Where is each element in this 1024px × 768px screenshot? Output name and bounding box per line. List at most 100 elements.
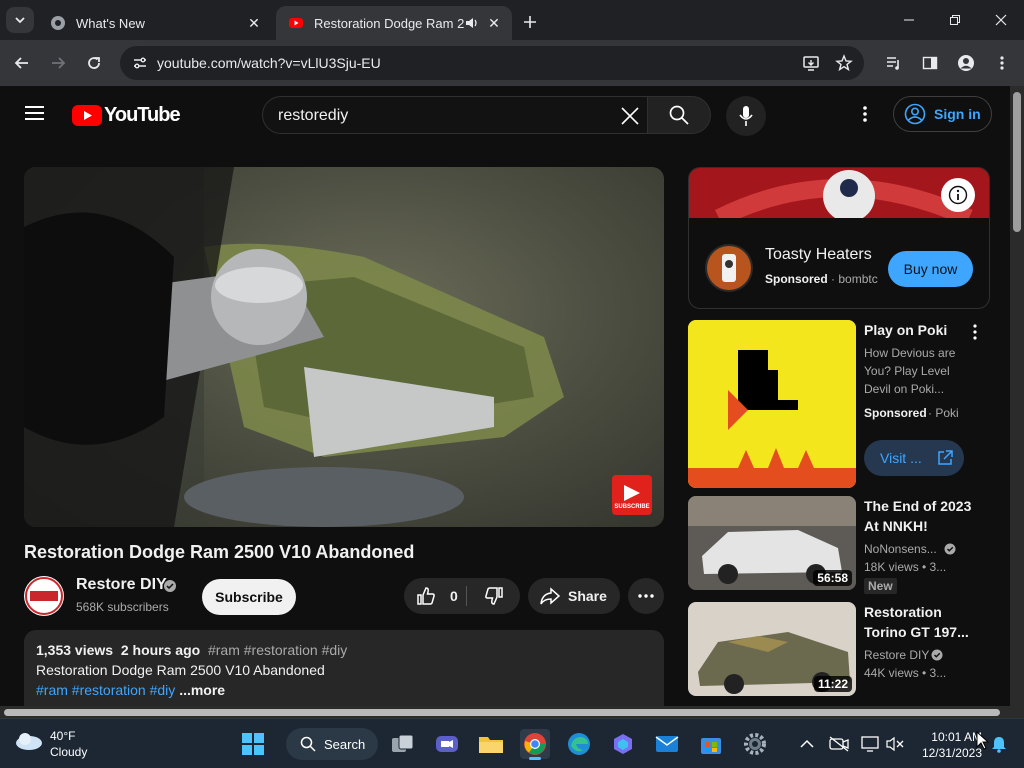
tab-close-button[interactable]: ✕ bbox=[484, 13, 504, 33]
install-app-icon[interactable] bbox=[802, 54, 820, 72]
description-box[interactable]: 1,353 views 2 hours ago #ram #restoratio… bbox=[24, 630, 664, 706]
scrollbar-thumb[interactable] bbox=[1013, 92, 1021, 232]
clear-search-icon[interactable] bbox=[621, 107, 639, 125]
store-button[interactable] bbox=[696, 729, 726, 759]
close-window-button[interactable] bbox=[978, 0, 1024, 40]
voice-search-button[interactable] bbox=[726, 96, 766, 136]
video-player[interactable]: SUBSCRIBE bbox=[24, 167, 664, 527]
sidebar-item-poki-ad[interactable]: Play on Poki How Devious are You? Play L… bbox=[688, 320, 1010, 488]
reload-button[interactable] bbox=[79, 48, 109, 78]
video-frame bbox=[24, 167, 652, 527]
video-thumbnail[interactable]: 56:58 bbox=[688, 496, 856, 590]
meet-now-tray[interactable] bbox=[824, 729, 854, 759]
like-count: 0 bbox=[450, 588, 458, 604]
chevron-up-icon bbox=[800, 739, 814, 748]
more-vertical-icon[interactable] bbox=[972, 324, 978, 340]
poki-game-art bbox=[688, 320, 856, 488]
search-input[interactable]: restorediy bbox=[262, 96, 648, 134]
weather-widget[interactable]: 40°F Cloudy bbox=[14, 729, 87, 759]
settings-menu-button[interactable] bbox=[856, 104, 876, 126]
poki-thumbnail[interactable] bbox=[688, 320, 856, 488]
volume-tray[interactable] bbox=[880, 729, 910, 759]
sidebar-channel[interactable]: NoNonsens... bbox=[864, 542, 937, 556]
mouse-cursor-icon bbox=[976, 731, 990, 750]
dislike-button[interactable] bbox=[467, 578, 520, 614]
tab-whats-new[interactable]: What's New ✕ bbox=[38, 6, 272, 40]
clock-time: 10:01 AM bbox=[931, 730, 982, 744]
verified-check-icon bbox=[944, 543, 956, 555]
copilot-button[interactable] bbox=[608, 729, 638, 759]
guide-menu-button[interactable] bbox=[24, 104, 48, 128]
meet-app-button[interactable] bbox=[432, 729, 462, 759]
info-icon bbox=[948, 185, 968, 205]
new-tab-button[interactable] bbox=[518, 10, 542, 34]
mail-icon bbox=[655, 736, 679, 752]
mail-button[interactable] bbox=[652, 729, 682, 759]
sign-in-button[interactable]: Sign in bbox=[893, 96, 992, 132]
horizontal-scrollbar[interactable] bbox=[0, 706, 1024, 718]
subscribe-watermark[interactable]: SUBSCRIBE bbox=[613, 504, 651, 510]
tab-youtube-video[interactable]: Restoration Dodge Ram 25( ✕ bbox=[276, 6, 512, 40]
chrome-menu-button[interactable] bbox=[987, 48, 1017, 78]
site-info-icon[interactable] bbox=[132, 55, 148, 71]
audio-playing-icon[interactable] bbox=[464, 15, 480, 31]
address-bar[interactable]: youtube.com/watch?v=vLlU3Sju-EU bbox=[120, 46, 864, 80]
channel-name[interactable]: Restore DIY bbox=[76, 576, 167, 594]
sidebar-item-video[interactable]: 11:22 Restoration Torino GT 197... Resto… bbox=[688, 602, 1010, 696]
thumbs-up-icon bbox=[417, 587, 435, 605]
chrome-icon bbox=[51, 16, 65, 30]
side-panel-button[interactable] bbox=[915, 48, 945, 78]
taskbar-clock[interactable]: 10:01 AM 12/31/2023 bbox=[916, 729, 982, 761]
show-hidden-icons-button[interactable] bbox=[792, 729, 822, 759]
sidebar-sponsored: Sponsored bbox=[864, 406, 927, 420]
sidebar-advertiser: · Poki bbox=[928, 406, 959, 420]
horizontal-scrollbar-thumb[interactable] bbox=[4, 709, 1000, 716]
vertical-scrollbar[interactable] bbox=[1010, 86, 1024, 706]
show-more-link[interactable]: ...more bbox=[179, 682, 225, 698]
restore-diy-logo bbox=[25, 577, 63, 615]
bookmark-star-icon[interactable] bbox=[835, 54, 853, 72]
search-button[interactable] bbox=[647, 96, 711, 134]
video-thumbnail[interactable]: 11:22 bbox=[688, 602, 856, 696]
share-button[interactable]: Share bbox=[528, 578, 620, 614]
ad-card[interactable]: Toasty Heaters Sponsored · bombtc Buy no… bbox=[688, 167, 990, 309]
forward-button[interactable] bbox=[43, 48, 73, 78]
youtube-logo[interactable]: YouTube bbox=[72, 104, 181, 127]
tab-close-button[interactable]: ✕ bbox=[244, 13, 264, 33]
bell-icon bbox=[992, 737, 1006, 753]
taskbar-search[interactable]: Search bbox=[286, 728, 378, 760]
like-button[interactable]: 0 bbox=[404, 578, 466, 614]
task-view-icon bbox=[392, 734, 414, 752]
file-explorer-button[interactable] bbox=[476, 729, 506, 759]
task-view-button[interactable] bbox=[388, 729, 418, 759]
clock-date: 12/31/2023 bbox=[921, 746, 982, 760]
restore-button[interactable] bbox=[932, 0, 978, 40]
minimize-button[interactable] bbox=[886, 0, 932, 40]
ad-info-button[interactable] bbox=[941, 178, 975, 212]
video-camera-icon bbox=[436, 736, 458, 752]
video-duration: 11:22 bbox=[813, 676, 852, 692]
visit-button[interactable]: Visit ... bbox=[864, 440, 964, 476]
view-count: 1,353 views bbox=[36, 642, 114, 658]
sidebar-channel[interactable]: Restore DIY bbox=[864, 648, 929, 662]
channel-avatar[interactable] bbox=[24, 576, 64, 616]
tab-search-button[interactable] bbox=[6, 7, 34, 33]
sidebar-ad-text: How Devious are You? Play Level Devil on… bbox=[864, 346, 956, 396]
ad-buy-now-button[interactable]: Buy now bbox=[888, 251, 973, 287]
profile-button[interactable] bbox=[951, 48, 981, 78]
settings-button[interactable] bbox=[740, 729, 770, 759]
sidebar-item-video[interactable]: 56:58 The End of 2023 At NNKH! NoNonsens… bbox=[688, 496, 1010, 594]
hashtag-links[interactable]: #ram #restoration #diy bbox=[36, 682, 175, 698]
edge-button[interactable] bbox=[564, 729, 594, 759]
upload-age: 2 hours ago bbox=[120, 642, 201, 658]
start-button[interactable] bbox=[238, 729, 268, 759]
tab-title: What's New bbox=[76, 15, 145, 31]
media-controls-button[interactable] bbox=[879, 48, 909, 78]
more-actions-button[interactable] bbox=[628, 578, 664, 614]
account-circle-icon bbox=[904, 103, 926, 125]
verified-check-icon bbox=[931, 649, 943, 661]
subscribe-button[interactable]: Subscribe bbox=[202, 579, 296, 615]
subscriber-count: 568K subscribers bbox=[76, 600, 169, 614]
back-button[interactable] bbox=[7, 48, 37, 78]
chrome-taskbar-button[interactable] bbox=[520, 729, 550, 760]
